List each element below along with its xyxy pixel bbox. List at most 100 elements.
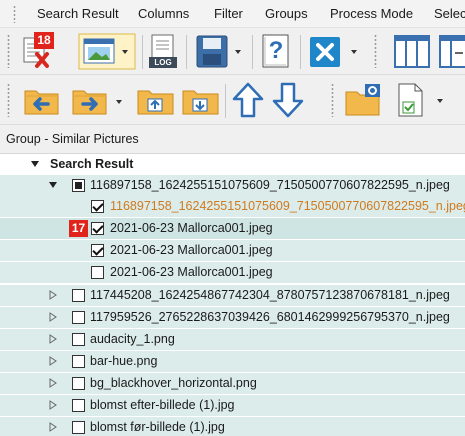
move-up-button[interactable] [230,81,266,119]
picture-view-icon [78,33,136,70]
collapse-arrow-icon[interactable] [48,180,58,190]
expand-arrow-icon[interactable] [48,400,58,410]
arrow-down-icon [272,82,304,118]
folder-move-bottom-icon [182,90,219,115]
log-button[interactable]: LOG [148,33,178,70]
toolbar-separator [300,35,301,69]
move-down-button[interactable] [270,81,306,119]
item-label: 2021-06-23 Mallorca001.jpeg [110,243,273,257]
folder-move-top-icon [137,90,174,115]
folder-settings-button[interactable] [343,81,385,119]
expand-arrow-icon[interactable] [48,334,58,344]
toolbar-secondary [0,75,465,125]
tree-item[interactable]: 116897158_1624255151075609_7150500770607… [0,196,465,217]
group-checkbox[interactable] [72,333,85,346]
toolbar-grip[interactable] [330,83,335,117]
tree-group[interactable]: bg_blackhover_horizontal.png [0,373,465,394]
item-checkbox[interactable] [91,244,104,257]
move-top-button[interactable] [135,82,177,118]
tree-item[interactable]: 2021-06-23 Mallorca001.jpeg [0,262,465,283]
tree-group[interactable]: audacity_1.png [0,329,465,350]
item-label: 116897158_1624255151075609_7150500770607… [110,199,465,213]
view-mode-button[interactable] [78,33,136,70]
expand-arrow-icon[interactable] [48,378,58,388]
group-label: blomst efter-billede (1).jpg [90,398,235,412]
export-button[interactable] [395,82,453,118]
tree-group[interactable]: blomst efter-billede (1).jpg [0,395,465,416]
tree-group[interactable]: bar-hue.png [0,351,465,372]
toolbar-main: 18 LOG ? [0,28,465,75]
toolbar-grip[interactable] [373,34,378,68]
tree-root[interactable]: Search Result [0,154,465,175]
group-header[interactable]: Group - Similar Pictures [0,125,465,154]
expand-arrow-icon[interactable] [48,312,58,322]
menu-grip[interactable] [12,5,17,23]
group-checkbox[interactable] [72,179,85,192]
item-checkbox[interactable] [91,222,104,235]
item-label: 2021-06-23 Mallorca001.jpeg [110,265,273,279]
group-checkbox[interactable] [72,421,85,434]
group-checkbox[interactable] [72,377,85,390]
forward-button[interactable] [70,82,128,118]
toolbar-grip[interactable] [6,83,11,117]
help-button[interactable]: ? [260,33,292,70]
group-label: 116897158_1624255151075609_7150500770607… [90,178,450,192]
group-checkbox[interactable] [72,399,85,412]
expand-arrow-icon[interactable] [48,422,58,432]
item-label: 2021-06-23 Mallorca001.jpeg [110,221,273,235]
group-label: blomst før-billede (1).jpg [90,420,225,434]
toolbar-separator [225,84,226,118]
toolbar-grip[interactable] [6,34,11,68]
menu-select[interactable]: Selec [434,6,465,21]
resize-columns-icon [439,35,465,68]
group-label: bg_blackhover_horizontal.png [90,376,257,390]
document-check-icon [398,83,443,117]
tree-group[interactable]: blomst før-billede (1).jpg [0,417,465,436]
menu-search-result[interactable]: Search Result [37,6,119,21]
close-button[interactable] [307,34,363,70]
expand-arrow-icon[interactable] [48,290,58,300]
expand-arrow-icon[interactable] [48,356,58,366]
toolbar-separator [186,35,187,69]
menu-filter[interactable]: Filter [214,6,243,21]
tree-item[interactable]: 17 2021-06-23 Mallorca001.jpeg [0,218,465,239]
group-checkbox[interactable] [72,311,85,324]
tree-group[interactable]: 117445208_1624254867742304_8780757123870… [0,285,465,306]
help-glyph: ? [268,37,284,64]
menu-columns[interactable]: Columns [138,6,189,21]
group-checkbox[interactable] [72,289,85,302]
tree-root-label: Search Result [50,157,134,171]
group-label: audacity_1.png [90,332,175,346]
folder-forward-icon [72,90,122,115]
menu-process-mode[interactable]: Process Mode [330,6,413,21]
item-checkbox[interactable] [91,200,104,213]
arrow-up-icon [232,82,264,118]
toolbar-separator [252,35,253,69]
toolbar-separator [142,35,143,69]
callout-18: 18 [34,32,54,49]
save-disk-icon [196,35,241,68]
close-icon [310,37,357,67]
menu-bar: Search Result Columns Filter Groups Proc… [0,0,465,28]
log-label: LOG [154,58,172,67]
search-result-tree: Search Result 116897158_1624255151075609… [0,154,465,436]
group-header-label: Group - Similar Pictures [6,132,139,146]
back-button[interactable] [22,82,62,118]
menu-groups[interactable]: Groups [265,6,308,21]
move-bottom-button[interactable] [180,82,222,118]
group-label: 117445208_1624254867742304_8780757123870… [90,288,450,302]
columns-view-button[interactable] [392,33,432,70]
group-label: 117959526_2765228637039426_6801462999256… [90,310,450,324]
tree-group[interactable]: 117959526_2765228637039426_6801462999256… [0,307,465,328]
save-button[interactable] [193,34,247,70]
tree-item[interactable]: 2021-06-23 Mallorca001.jpeg [0,240,465,261]
item-checkbox[interactable] [91,266,104,279]
folder-back-icon [24,90,59,115]
collapse-arrow-icon[interactable] [30,159,40,169]
columns-icon [394,35,430,68]
group-checkbox[interactable] [72,355,85,368]
tree-group[interactable]: 116897158_1624255151075609_7150500770607… [0,175,465,196]
resize-columns-button[interactable] [437,33,465,70]
folder-settings-icon [345,84,380,116]
group-label: bar-hue.png [90,354,158,368]
